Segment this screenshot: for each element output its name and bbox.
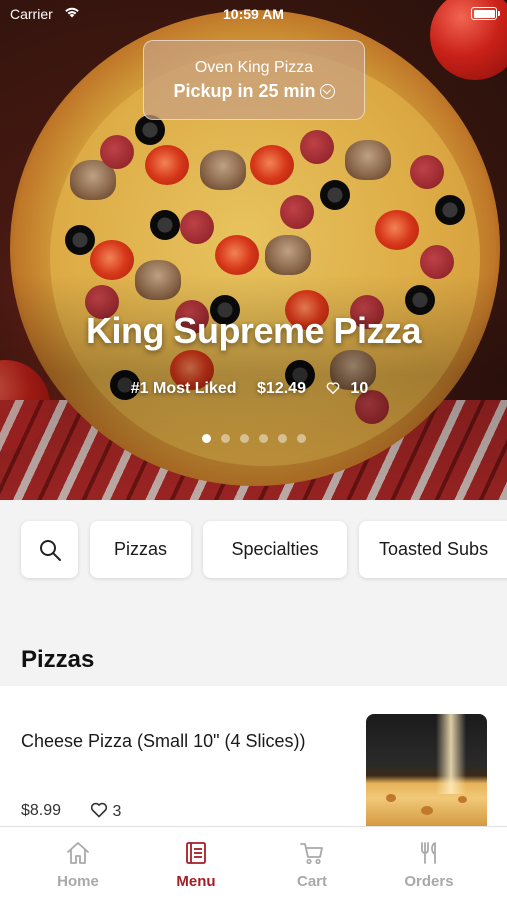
tab-home[interactable]: Home (15, 827, 141, 900)
tab-orders[interactable]: Orders (366, 827, 492, 900)
search-icon (40, 540, 61, 561)
carousel-dot[interactable] (201, 434, 211, 443)
status-bar: Carrier 10:59 AM (0, 0, 507, 30)
carousel-dot[interactable] (258, 434, 268, 443)
hero-tag: #1 Most Liked (130, 380, 237, 397)
tab-cart[interactable]: Cart (249, 827, 375, 900)
carousel-dot[interactable] (277, 434, 287, 443)
category-chip-toasted-subs[interactable]: Toasted Subs (359, 521, 507, 578)
hero-price: $12.49 (257, 380, 306, 397)
store-pickup-selector[interactable]: Oven King Pizza Pickup in 25 min (143, 40, 365, 120)
carousel-dot[interactable] (220, 434, 230, 443)
pickup-time: Pickup in 25 min (144, 81, 364, 102)
menu-icon (186, 842, 206, 864)
category-chip-pizzas[interactable]: Pizzas (90, 521, 191, 578)
tab-bar: Home Menu Cart Orders (0, 826, 507, 900)
tab-menu[interactable]: Menu (133, 827, 259, 900)
carousel-page-indicator[interactable] (0, 430, 507, 448)
store-name: Oven King Pizza (194, 59, 314, 76)
hero-title: King Supreme Pizza (85, 310, 422, 351)
section-title: Pizzas (21, 646, 95, 673)
cart-icon (300, 843, 323, 865)
hero-meta: #1 Most Liked $12.49 10 (0, 380, 507, 398)
category-bar: Pizzas Specialties Toasted Subs (0, 500, 507, 604)
carousel-dot[interactable] (296, 434, 306, 443)
heart-icon (327, 382, 340, 394)
menu-item-image (366, 714, 487, 826)
chevron-down-icon (319, 84, 335, 99)
heart-icon (90, 802, 108, 818)
menu-item-name: Cheese Pizza (Small 10" (4 Slices)) (21, 731, 306, 751)
menu-item-list: Cheese Pizza (Small 10" (4 Slices)) $8.9… (0, 686, 507, 826)
hero-likes: 10 (326, 380, 376, 397)
battery-icon (471, 7, 500, 20)
search-button[interactable] (21, 521, 78, 578)
menu-item-price: $8.99 (21, 802, 62, 819)
hero-banner[interactable]: Carrier 10:59 AM Oven King Pizza Pickup … (0, 0, 507, 500)
status-time: 10:59 AM (223, 6, 284, 22)
home-icon (67, 842, 89, 864)
menu-item-likes: 3 (90, 802, 121, 821)
category-chip-specialties[interactable]: Specialties (203, 521, 347, 578)
carousel-dot[interactable] (239, 434, 249, 443)
orders-icon (421, 842, 436, 864)
